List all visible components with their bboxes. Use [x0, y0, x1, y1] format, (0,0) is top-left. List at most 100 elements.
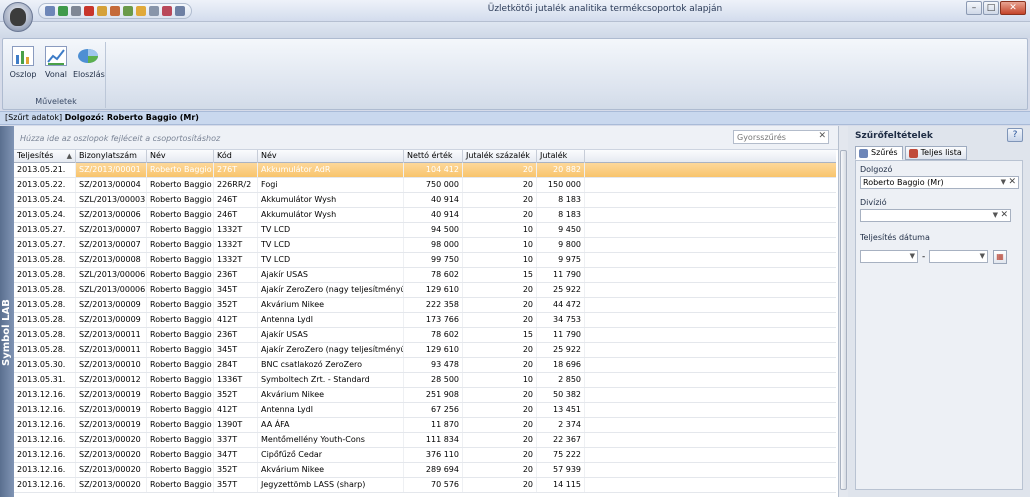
table-cell[interactable]: Fogi: [258, 178, 404, 192]
table-cell[interactable]: Ajakír USAS: [258, 268, 404, 282]
table-cell[interactable]: 2013.05.30.: [14, 358, 76, 372]
table-cell[interactable]: 2013.12.16.: [14, 463, 76, 477]
table-cell[interactable]: 75 222: [537, 448, 585, 462]
division-select[interactable]: ▼ ✕: [860, 209, 1011, 222]
table-cell[interactable]: Roberto Baggio: [147, 208, 214, 222]
table-cell[interactable]: 18 696: [537, 358, 585, 372]
table-row[interactable]: 2013.12.16. SZ/2013/00019 Roberto Baggio 41…: [14, 403, 836, 418]
table-cell[interactable]: 276T: [214, 163, 258, 177]
table-cell[interactable]: SZL/2013/00006: [76, 283, 147, 297]
table-cell[interactable]: 236T: [214, 328, 258, 342]
table-cell[interactable]: 50 382: [537, 388, 585, 402]
clear-icon[interactable]: ✕: [1000, 210, 1008, 221]
date-to-select[interactable]: ▼: [929, 250, 988, 263]
table-cell[interactable]: 20: [463, 358, 537, 372]
table-cell[interactable]: 129 610: [404, 283, 463, 297]
table-cell[interactable]: Roberto Baggio: [147, 373, 214, 387]
table-cell[interactable]: 236T: [214, 268, 258, 282]
table-cell[interactable]: 15: [463, 268, 537, 282]
table-cell[interactable]: TV LCD: [258, 253, 404, 267]
table-cell[interactable]: Roberto Baggio: [147, 253, 214, 267]
table-cell[interactable]: Roberto Baggio: [147, 223, 214, 237]
table-cell[interactable]: 337T: [214, 433, 258, 447]
table-cell[interactable]: Roberto Baggio: [147, 358, 214, 372]
table-cell[interactable]: Roberto Baggio: [147, 163, 214, 177]
table-cell[interactable]: 150 000: [537, 178, 585, 192]
chevron-down-icon[interactable]: ▼: [910, 251, 915, 262]
table-cell[interactable]: 246T: [214, 208, 258, 222]
table-cell[interactable]: 173 766: [404, 313, 463, 327]
table-cell[interactable]: 13 451: [537, 403, 585, 417]
table-cell[interactable]: 20: [463, 463, 537, 477]
table-cell[interactable]: SZ/2013/00009: [76, 313, 147, 327]
table-cell[interactable]: Roberto Baggio: [147, 283, 214, 297]
app-menu-button[interactable]: [3, 2, 33, 32]
table-cell[interactable]: 2013.05.28.: [14, 313, 76, 327]
table-row[interactable]: 2013.12.16. SZ/2013/00019 Roberto Baggio 13…: [14, 418, 836, 433]
table-row[interactable]: 2013.05.27. SZ/2013/00007 Roberto Baggio 13…: [14, 223, 836, 238]
table-cell[interactable]: Akvárium Nikee: [258, 463, 404, 477]
table-cell[interactable]: 99 750: [404, 253, 463, 267]
table-cell[interactable]: 1332T: [214, 238, 258, 252]
table-cell[interactable]: 20: [463, 298, 537, 312]
table-cell[interactable]: 246T: [214, 193, 258, 207]
tab-szures[interactable]: Szűrés: [855, 146, 903, 160]
table-cell[interactable]: 34 753: [537, 313, 585, 327]
table-cell[interactable]: TV LCD: [258, 223, 404, 237]
table-cell[interactable]: 20: [463, 193, 537, 207]
table-cell[interactable]: Roberto Baggio: [147, 403, 214, 417]
table-cell[interactable]: 28 500: [404, 373, 463, 387]
column-header-6[interactable]: Jutalék százalék: [463, 150, 537, 163]
scrollbar-thumb[interactable]: [840, 150, 847, 490]
table-cell[interactable]: 129 610: [404, 343, 463, 357]
table-cell[interactable]: 376 110: [404, 448, 463, 462]
close-button[interactable]: ✕: [1000, 1, 1026, 15]
column-header-0[interactable]: Teljesítés ▲: [14, 150, 76, 163]
group-panel[interactable]: Húzza ide az oszlopok fejléceit a csopor…: [14, 126, 840, 150]
minimize-button[interactable]: –: [966, 1, 982, 15]
table-cell[interactable]: Akkumulátor Wysh: [258, 208, 404, 222]
table-cell[interactable]: 104 412: [404, 163, 463, 177]
table-cell[interactable]: BNC csatlakozó ZeroZero: [258, 358, 404, 372]
table-cell[interactable]: 222 358: [404, 298, 463, 312]
table-cell[interactable]: 78 602: [404, 268, 463, 282]
table-cell[interactable]: 2013.05.28.: [14, 343, 76, 357]
table-cell[interactable]: 2013.05.28.: [14, 283, 76, 297]
table-row[interactable]: 2013.05.22. SZ/2013/00004 Roberto Baggio 22…: [14, 178, 836, 193]
table-cell[interactable]: 2013.05.27.: [14, 223, 76, 237]
table-cell[interactable]: TV LCD: [258, 238, 404, 252]
clear-icon[interactable]: ✕: [1008, 177, 1016, 188]
table-cell[interactable]: 10: [463, 373, 537, 387]
table-cell[interactable]: 20: [463, 388, 537, 402]
table-cell[interactable]: SZ/2013/00012: [76, 373, 147, 387]
table-cell[interactable]: 22 367: [537, 433, 585, 447]
table-cell[interactable]: 20: [463, 208, 537, 222]
table-cell[interactable]: Roberto Baggio: [147, 178, 214, 192]
table-cell[interactable]: AA ÁFA: [258, 418, 404, 432]
table-cell[interactable]: 2013.12.16.: [14, 433, 76, 447]
table-cell[interactable]: 14 115: [537, 478, 585, 492]
table-cell[interactable]: 15: [463, 328, 537, 342]
table-cell[interactable]: 20: [463, 478, 537, 492]
table-cell[interactable]: SZ/2013/00020: [76, 478, 147, 492]
table-cell[interactable]: 8 183: [537, 193, 585, 207]
table-cell[interactable]: SZ/2013/00020: [76, 463, 147, 477]
table-cell[interactable]: SZ/2013/00007: [76, 238, 147, 252]
table-cell[interactable]: Roberto Baggio: [147, 418, 214, 432]
table-cell[interactable]: 10: [463, 223, 537, 237]
table-cell[interactable]: Roberto Baggio: [147, 238, 214, 252]
table-cell[interactable]: 9 450: [537, 223, 585, 237]
table-cell[interactable]: 412T: [214, 403, 258, 417]
table-row[interactable]: 2013.12.16. SZ/2013/00020 Roberto Baggio 35…: [14, 463, 836, 478]
table-row[interactable]: 2013.05.31. SZ/2013/00012 Roberto Baggio 13…: [14, 373, 836, 388]
table-cell[interactable]: 98 000: [404, 238, 463, 252]
table-cell[interactable]: SZ/2013/00008: [76, 253, 147, 267]
table-cell[interactable]: Roberto Baggio: [147, 313, 214, 327]
table-cell[interactable]: Cipőfűző Cedar: [258, 448, 404, 462]
table-cell[interactable]: Antenna Lydl: [258, 313, 404, 327]
table-cell[interactable]: 412T: [214, 313, 258, 327]
table-cell[interactable]: SZ/2013/00004: [76, 178, 147, 192]
table-cell[interactable]: 9 800: [537, 238, 585, 252]
table-cell[interactable]: Roberto Baggio: [147, 478, 214, 492]
table-cell[interactable]: 8 183: [537, 208, 585, 222]
